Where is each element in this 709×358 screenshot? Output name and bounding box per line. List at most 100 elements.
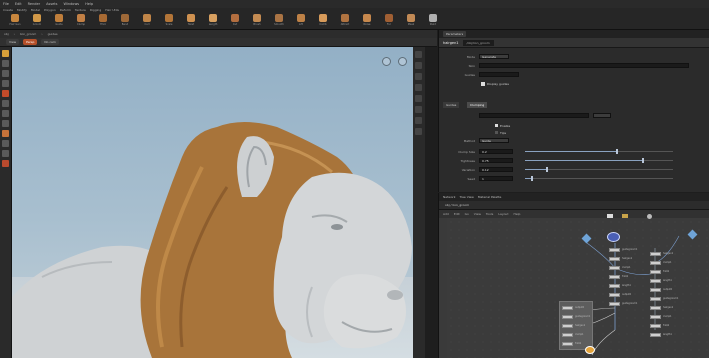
shelf-tab[interactable]: Model	[31, 8, 40, 13]
net-menu-help[interactable]: Help	[514, 212, 521, 216]
path-obj[interactable]: obj	[4, 32, 9, 36]
network-node[interactable]	[562, 324, 573, 328]
shelf-tool[interactable]: Bend	[118, 14, 132, 29]
param-value-field[interactable]: 0.2	[479, 149, 513, 154]
menu-render[interactable]: Render	[28, 2, 40, 6]
menu-assets[interactable]: Assets	[46, 2, 57, 6]
clump-field[interactable]	[479, 113, 589, 118]
network-canvas[interactable]: guidegroom1 hairgen1 clump1 frizz1 length1 ou…	[447, 214, 709, 358]
network-node[interactable]	[562, 333, 573, 337]
select-icon[interactable]	[2, 50, 9, 57]
slider-knob[interactable]	[615, 149, 618, 154]
tab-clumping[interactable]: Clumping	[467, 102, 488, 108]
network-node[interactable]	[609, 248, 620, 252]
shelf-tab[interactable]: Polygon	[44, 8, 56, 13]
network-node[interactable]	[650, 252, 661, 256]
skin-field[interactable]	[479, 63, 689, 68]
display-options-icon[interactable]	[415, 51, 422, 58]
network-node[interactable]	[562, 306, 573, 310]
mode-dropdown[interactable]: Generate	[479, 54, 509, 59]
network-node[interactable]	[562, 315, 573, 319]
scale-icon[interactable]	[2, 80, 9, 87]
shelf-tool[interactable]: Comb	[316, 14, 330, 29]
output-node-icon[interactable]	[585, 346, 595, 354]
network-node[interactable]	[650, 297, 661, 301]
tab-parameters[interactable]: Parameters	[443, 31, 467, 37]
network-node[interactable]	[650, 288, 661, 292]
snap-icon[interactable]	[2, 120, 9, 127]
network-node[interactable]	[650, 261, 661, 265]
network-node[interactable]	[609, 284, 620, 288]
tool-icon[interactable]	[622, 214, 628, 218]
network-node[interactable]	[650, 279, 661, 283]
shelf-tool[interactable]: Paint	[426, 14, 440, 29]
net-menu-go[interactable]: Go	[465, 212, 469, 216]
shelf-tab[interactable]: Deform	[60, 8, 71, 13]
menu-help[interactable]: Help	[85, 2, 93, 6]
network-path[interactable]: obj / lion_groom	[445, 203, 469, 207]
shelf-tool[interactable]: Guide	[52, 14, 66, 29]
network-node[interactable]	[650, 270, 661, 274]
path-sub[interactable]: guides	[48, 32, 58, 36]
method-dropdown[interactable]: Guide	[479, 138, 509, 143]
net-menu-layout[interactable]: Layout	[498, 212, 508, 216]
network-node[interactable]	[562, 342, 573, 346]
light-icon[interactable]	[398, 57, 407, 66]
shelf-tool[interactable]: Smooth	[272, 14, 286, 29]
shelf-tab[interactable]: Create	[3, 8, 13, 13]
magnet-icon[interactable]	[2, 160, 9, 167]
shelf-tab[interactable]: Modify	[17, 8, 27, 13]
clump-button[interactable]	[593, 113, 611, 118]
rotate-icon[interactable]	[2, 70, 9, 77]
tab-guides[interactable]: Guides	[443, 102, 460, 108]
net-menu-tools[interactable]: Tools	[486, 212, 493, 216]
shelf-tool[interactable]: Groom	[30, 14, 44, 29]
shelf-tool[interactable]: Curl	[140, 14, 154, 29]
shelf-tab[interactable]: Hair Utils	[105, 8, 119, 13]
shelf-tool[interactable]: Scale	[162, 14, 176, 29]
net-menu-add[interactable]: Add	[443, 212, 449, 216]
handle-icon[interactable]	[2, 90, 9, 97]
tool-icon[interactable]	[607, 214, 613, 218]
ghost-icon[interactable]	[415, 84, 422, 91]
tool-icon[interactable]	[647, 214, 652, 219]
menu-edit[interactable]: Edit	[15, 2, 22, 6]
net-menu-edit[interactable]: Edit	[454, 212, 460, 216]
shelf-tab[interactable]: Texture	[75, 8, 86, 13]
node-name[interactable]: hairgen1	[443, 41, 459, 45]
shelf-tool[interactable]: Frizz	[96, 14, 110, 29]
display-guides-checkbox[interactable]	[481, 81, 485, 86]
display-icon[interactable]	[2, 150, 9, 157]
network-node[interactable]	[650, 333, 661, 337]
shelf-tool[interactable]: Attract	[338, 14, 352, 29]
network-node[interactable]	[609, 275, 620, 279]
frame-icon[interactable]	[415, 117, 422, 124]
visibility-icon[interactable]	[415, 95, 422, 102]
shelf-tool[interactable]: Clump	[74, 14, 88, 29]
param-value-field[interactable]: 0.75	[479, 158, 513, 163]
selected-node-icon[interactable]	[607, 232, 620, 242]
move-icon[interactable]	[2, 60, 9, 67]
view-icon[interactable]	[2, 110, 9, 117]
persp-button[interactable]: Persp	[23, 39, 38, 45]
param-value-field[interactable]: 1	[479, 176, 513, 181]
home-icon[interactable]	[415, 128, 422, 135]
view-menu-button[interactable]: View	[6, 39, 20, 45]
network-node[interactable]	[650, 306, 661, 310]
shelf-tool[interactable]: Brush	[250, 14, 264, 29]
measure-icon[interactable]	[2, 140, 9, 147]
lighting-icon[interactable]	[415, 73, 422, 80]
3d-viewport[interactable]	[12, 47, 425, 358]
shelf-tool[interactable]: Mask	[404, 14, 418, 29]
shelf-tool[interactable]: Hair Gen	[8, 14, 22, 29]
param-slider[interactable]	[525, 158, 673, 163]
shelf-tool[interactable]: Lift	[294, 14, 308, 29]
camera-icon[interactable]	[382, 57, 391, 66]
network-node[interactable]	[609, 257, 620, 261]
path-node[interactable]: lion_groom	[20, 32, 37, 36]
pose-icon[interactable]	[2, 100, 9, 107]
brush-icon[interactable]	[2, 130, 9, 137]
tab-material-palette[interactable]: Material Palette	[478, 195, 502, 199]
node-path[interactable]: /obj/lion_groom	[462, 39, 494, 46]
network-node[interactable]	[650, 315, 661, 319]
